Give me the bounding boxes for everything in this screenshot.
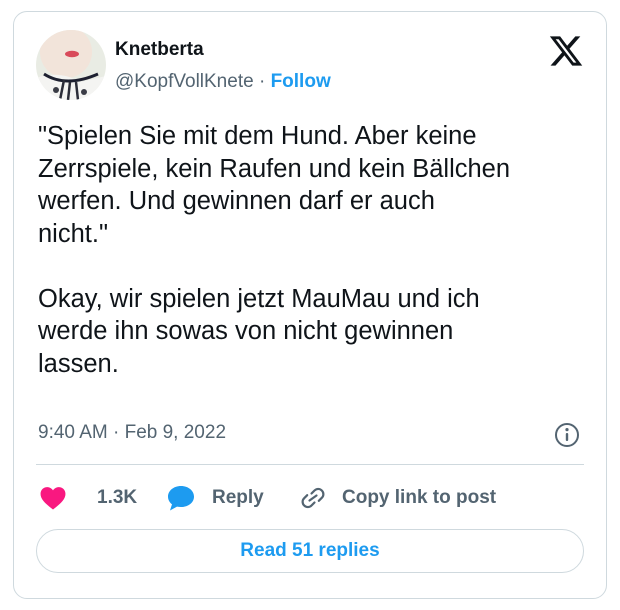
tweet-text: "Spielen Sie mit dem Hund. Aber keine Ze… xyxy=(38,122,511,378)
author-handle-row: @KopfVollKnete · Follow xyxy=(115,71,331,93)
copy-link-label: Copy link to post xyxy=(342,487,497,508)
author-handle[interactable]: @KopfVollKnete xyxy=(115,71,254,92)
like-count: 1.3K xyxy=(97,487,138,508)
read-replies-button[interactable]: Read 51 replies xyxy=(36,529,584,573)
reply-button[interactable]: Reply xyxy=(166,482,264,514)
author-display-name[interactable]: Knetberta xyxy=(115,39,204,61)
avatar[interactable] xyxy=(36,30,106,100)
link-icon xyxy=(301,487,325,509)
reply-label: Reply xyxy=(212,487,264,508)
like-button[interactable]: 1.3K xyxy=(40,482,137,514)
avatar-photo-icon xyxy=(36,30,106,100)
handle-separator: · xyxy=(258,71,266,92)
x-logo-icon[interactable] xyxy=(548,33,584,69)
copy-link-button[interactable]: Copy link to post xyxy=(298,482,496,514)
info-icon[interactable] xyxy=(554,422,580,448)
follow-button[interactable]: Follow xyxy=(271,71,331,92)
divider xyxy=(36,464,584,465)
speech-bubble-icon xyxy=(168,486,194,511)
read-replies-label: Read 51 replies xyxy=(240,540,380,561)
tweet-timestamp[interactable]: 9:40 AM · Feb 9, 2022 xyxy=(38,422,226,444)
tweet-card: Knetberta @KopfVollKnete · Follow "Spiel… xyxy=(13,11,607,599)
heart-icon xyxy=(40,487,66,510)
